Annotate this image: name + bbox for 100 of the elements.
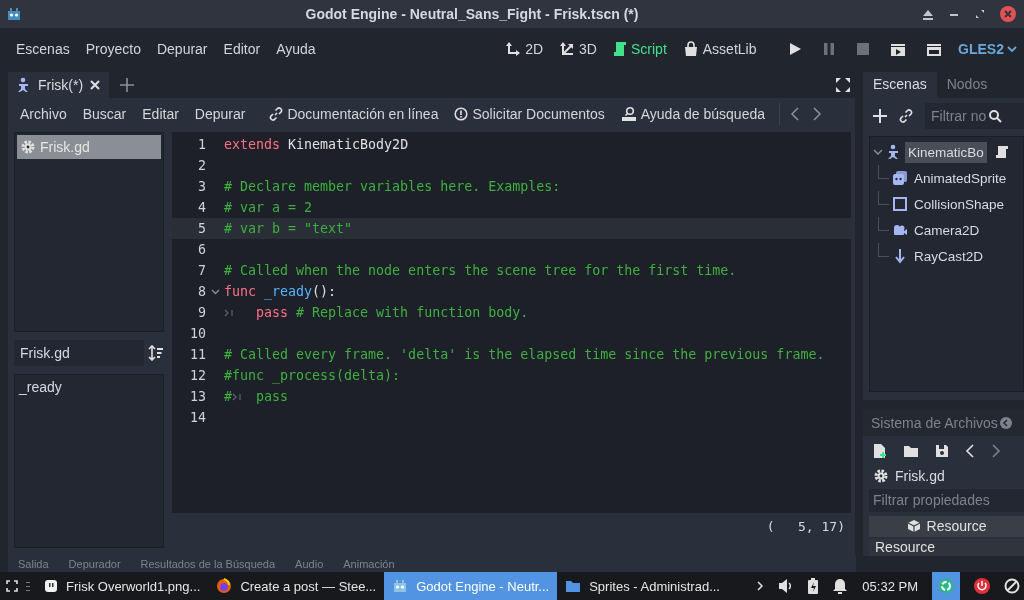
line-number: 13 (189, 389, 206, 404)
menu-item[interactable]: Ayuda (268, 37, 324, 61)
resource-name: Frisk.gd (895, 467, 945, 484)
line-number: 2 (197, 158, 206, 173)
placeholder: Filtrar no (931, 108, 987, 124)
workspace-tab[interactable]: 3D (554, 37, 602, 61)
scroll-icon (993, 144, 1010, 160)
filter-nodes-field[interactable]: Filtrar no (925, 103, 1024, 129)
line-number: 5 (197, 221, 206, 236)
save-icon[interactable] (935, 444, 949, 459)
scene-node[interactable]: CollisionShape (911, 193, 1008, 215)
scene-node[interactable]: AnimatedSprite (911, 167, 1010, 189)
panel-tab[interactable]: Animación (343, 558, 395, 570)
filter-properties-field[interactable]: Filtrar propiedades (869, 489, 1024, 512)
dock-tab[interactable]: Sistema de Archivos (871, 415, 998, 431)
menu-item[interactable]: Depurar (148, 37, 216, 61)
play-icon[interactable] (788, 42, 803, 56)
scene-node[interactable]: RayCast2D (911, 245, 987, 267)
method-item[interactable]: _ready (19, 379, 159, 399)
folder-icon[interactable] (903, 444, 919, 459)
new-file-icon[interactable] (873, 443, 887, 460)
cursor-position: ( 5, 17) (766, 519, 845, 534)
code-line: # Called when the node enters the scene tree for the first time. (224, 263, 737, 278)
bell-icon[interactable] (832, 578, 849, 594)
recycle-icon[interactable] (938, 578, 954, 594)
search-icon (988, 109, 1003, 123)
window-title: Godot Engine - Neutral_Sans_Fight - Frisk.tscn (*) (304, 6, 640, 22)
maximize-icon[interactable] (974, 8, 986, 20)
help-button[interactable]: Solicitar Documentos (446, 102, 613, 126)
clapperboard-icon[interactable] (926, 41, 943, 57)
close-icon[interactable] (89, 79, 102, 91)
workspace-tab[interactable]: Script (608, 37, 672, 61)
code-line: # pass (224, 389, 289, 404)
sprite-icon (892, 170, 908, 186)
keep-above-icon[interactable] (922, 8, 934, 20)
chevron-down-icon (1006, 43, 1018, 55)
code-line: pass # Replace with function body. (224, 305, 529, 320)
section-header[interactable]: Resource (869, 515, 1024, 537)
arrow-down-icon (892, 248, 908, 264)
back-icon[interactable] (790, 107, 801, 121)
sort-icon[interactable] (148, 345, 164, 361)
menu-item[interactable]: Editar (134, 102, 187, 126)
dock-tab[interactable]: Escenas (863, 72, 937, 98)
placeholder: Filtrar propiedades (873, 492, 990, 509)
panel-tab[interactable]: Resultados de la Búsqueda (140, 558, 276, 570)
taskbar-window[interactable]: Sprites - Administrad... (557, 572, 728, 600)
chevron-down-icon[interactable] (873, 147, 883, 157)
workspace-tab[interactable]: AssetLib (677, 37, 762, 61)
back-icon[interactable] (965, 444, 975, 459)
code-line: extends KinematicBody2D (224, 137, 409, 152)
code-line: # Called every frame. 'delta' is the elapsed time since the previous frame. (224, 347, 825, 362)
panel-tab[interactable]: Audio (295, 558, 324, 570)
pause-icon[interactable] (822, 42, 837, 56)
blocked-icon[interactable] (1004, 578, 1020, 594)
line-number: 6 (197, 242, 206, 257)
panel-tab[interactable]: Depurador (68, 558, 121, 570)
code-line: # var a = 2 (224, 200, 313, 215)
menu-item[interactable]: Proyecto (77, 37, 149, 61)
gear-icon (20, 139, 36, 155)
fold-chevron-icon[interactable] (210, 287, 220, 296)
workspace-tab[interactable]: 2D (500, 37, 549, 61)
chevron-right-icon[interactable] (756, 580, 765, 592)
link-icon[interactable] (899, 109, 913, 123)
expand-icon[interactable] (6, 580, 18, 592)
tab-arrow-icon (224, 307, 234, 318)
menu-item[interactable]: Buscar (74, 102, 135, 126)
taskbar-window[interactable]: Create a post — Stee... (208, 572, 385, 600)
property-row[interactable]: Resource (869, 538, 1024, 556)
menu-item[interactable]: Editor (215, 37, 269, 61)
power-icon[interactable] (974, 578, 990, 594)
scene-node[interactable]: KinematicBo (905, 141, 987, 163)
menu-item[interactable]: Archivo (12, 102, 75, 126)
scene-node[interactable]: Camera2D (911, 219, 983, 241)
forward-icon[interactable] (991, 444, 1001, 459)
battery-icon[interactable] (808, 578, 819, 594)
renderer-dropdown[interactable]: GLES2 (958, 41, 1018, 57)
code-line: # var b = "text" (224, 221, 353, 236)
grip-icon[interactable] (26, 580, 32, 592)
menu-item[interactable]: Depurar (186, 102, 254, 126)
taskbar-window[interactable]: Frisk Overworld1.png... (36, 572, 209, 600)
code-line: func _ready(): (224, 284, 337, 299)
dock-tab[interactable]: Nodos (936, 72, 998, 98)
help-button[interactable]: Documentación en línea (261, 102, 447, 126)
code-editor[interactable] (172, 132, 851, 513)
add-icon[interactable] (873, 109, 887, 123)
panel-tab[interactable]: Salida (18, 558, 49, 570)
axes-icon (505, 41, 522, 57)
file-tab[interactable]: Frisk(*) (8, 72, 110, 98)
help-button[interactable]: Ayuda de búsqueda (612, 102, 774, 126)
clock[interactable]: 05:32 PM (862, 578, 918, 594)
method-filter-field[interactable]: Frisk.gd (14, 340, 144, 366)
add-tab-icon[interactable] (119, 77, 136, 93)
fullscreen-icon[interactable] (835, 77, 851, 93)
forward-icon[interactable] (812, 107, 823, 121)
stop-icon[interactable] (856, 42, 871, 56)
menu-item[interactable]: Escenas (8, 37, 78, 61)
link-icon (269, 107, 284, 121)
clapperboard-play-icon[interactable] (890, 41, 907, 57)
line-number: 14 (189, 410, 206, 425)
camera-icon (892, 222, 908, 238)
